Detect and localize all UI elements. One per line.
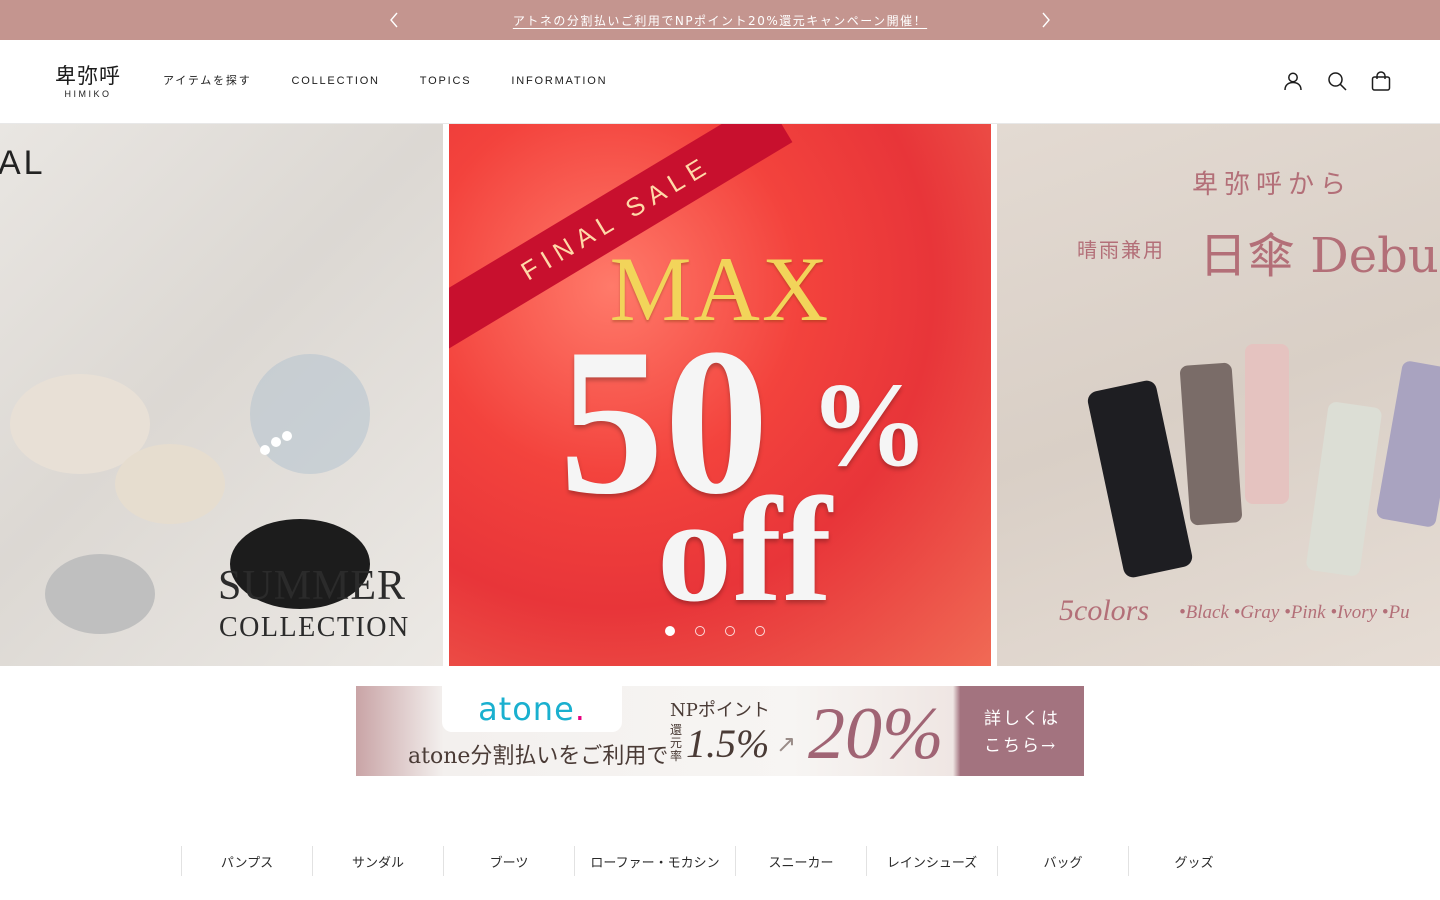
search-icon[interactable] <box>1326 70 1348 92</box>
logo-en: HIMIKO <box>64 89 112 99</box>
nav-item-search-items[interactable]: アイテムを探す <box>163 74 252 88</box>
site-header: 卑弥呼 HIMIKO アイテムを探す COLLECTION TOPICS INF… <box>0 40 1440 124</box>
slider-dot-4[interactable] <box>755 626 765 636</box>
category-boots[interactable]: ブーツ <box>443 846 574 876</box>
account-icon[interactable] <box>1282 70 1304 92</box>
atone-logo: atone. <box>442 686 622 732</box>
site-logo[interactable]: 卑弥呼 HIMIKO <box>48 64 128 99</box>
chevron-right-icon <box>1042 12 1050 28</box>
announcement-bar: アトネの分割払いご利用でNPポイント20%還元キャンペーン開催！ <box>0 0 1440 40</box>
announcement-next-button[interactable] <box>1036 10 1056 30</box>
category-sandals[interactable]: サンダル <box>312 846 443 876</box>
hero-slide-summer-collection[interactable]: AL SUMMER COLLECTION <box>0 124 443 666</box>
np-point-label: NPポイント <box>670 700 770 721</box>
rate-label: 還元率 <box>670 723 683 763</box>
rate-value: 1.5% <box>686 721 770 766</box>
slider-dots <box>665 626 765 636</box>
logo-jp: 卑弥呼 <box>55 64 121 88</box>
category-bar: パンプス サンダル ブーツ ローファー・モカシン スニーカー レインシューズ バ… <box>181 846 1259 876</box>
hero-slider: AL SUMMER COLLECTION FINAL SALE MAX 50 %… <box>0 124 1440 666</box>
category-rain-shoes[interactable]: レインシューズ <box>866 846 997 876</box>
announcement-prev-button[interactable] <box>384 10 404 30</box>
umbrellas-image <box>1087 344 1440 578</box>
details-link: 詳しくは こちら→ <box>984 709 1060 756</box>
slider-dot-2[interactable] <box>695 626 705 636</box>
collection-text: COLLECTION <box>219 612 410 643</box>
atone-banner[interactable]: atone. atone分割払いをご利用で NPポイント 還元率 1.5% ↗ … <box>356 686 1084 776</box>
slider-dot-1[interactable] <box>665 626 675 636</box>
category-bags[interactable]: バッグ <box>997 846 1128 876</box>
main-nav: アイテムを探す COLLECTION TOPICS INFORMATION <box>163 74 647 88</box>
category-loafers[interactable]: ローファー・モカシン <box>574 846 735 876</box>
slider-dot-3[interactable] <box>725 626 735 636</box>
trend-up-icon: ↗ <box>776 730 797 758</box>
summer-text: SUMMER <box>218 563 407 609</box>
chevron-left-icon <box>390 12 398 28</box>
color-list-text: •Black •Gray •Pink •Ivory •Pu <box>1179 602 1410 623</box>
hero-slide-final-sale[interactable]: FINAL SALE MAX 50 % off <box>449 124 991 666</box>
header-icons <box>1282 70 1392 92</box>
atone-line1: atone分割払いをご利用で <box>408 744 669 769</box>
cart-icon[interactable] <box>1370 70 1392 92</box>
hero-slide-parasol[interactable]: 卑弥呼から 晴雨兼用 日傘 Debu 5colors •Black •Gray … <box>997 124 1440 666</box>
nav-item-collection[interactable]: COLLECTION <box>292 74 380 88</box>
category-sneakers[interactable]: スニーカー <box>735 846 866 876</box>
announcement-link[interactable]: アトネの分割払いご利用でNPポイント20%還元キャンペーン開催！ <box>513 12 927 29</box>
big-rate-value: 20% <box>808 693 944 775</box>
nav-item-topics[interactable]: TOPICS <box>420 74 472 88</box>
colors-count-text: 5colors <box>1059 594 1149 627</box>
category-goods[interactable]: グッズ <box>1128 846 1259 876</box>
off-text: off <box>657 467 832 633</box>
atone-brand-text: atone <box>478 690 575 728</box>
category-pumps[interactable]: パンプス <box>181 846 312 876</box>
nav-item-information[interactable]: INFORMATION <box>511 74 607 88</box>
